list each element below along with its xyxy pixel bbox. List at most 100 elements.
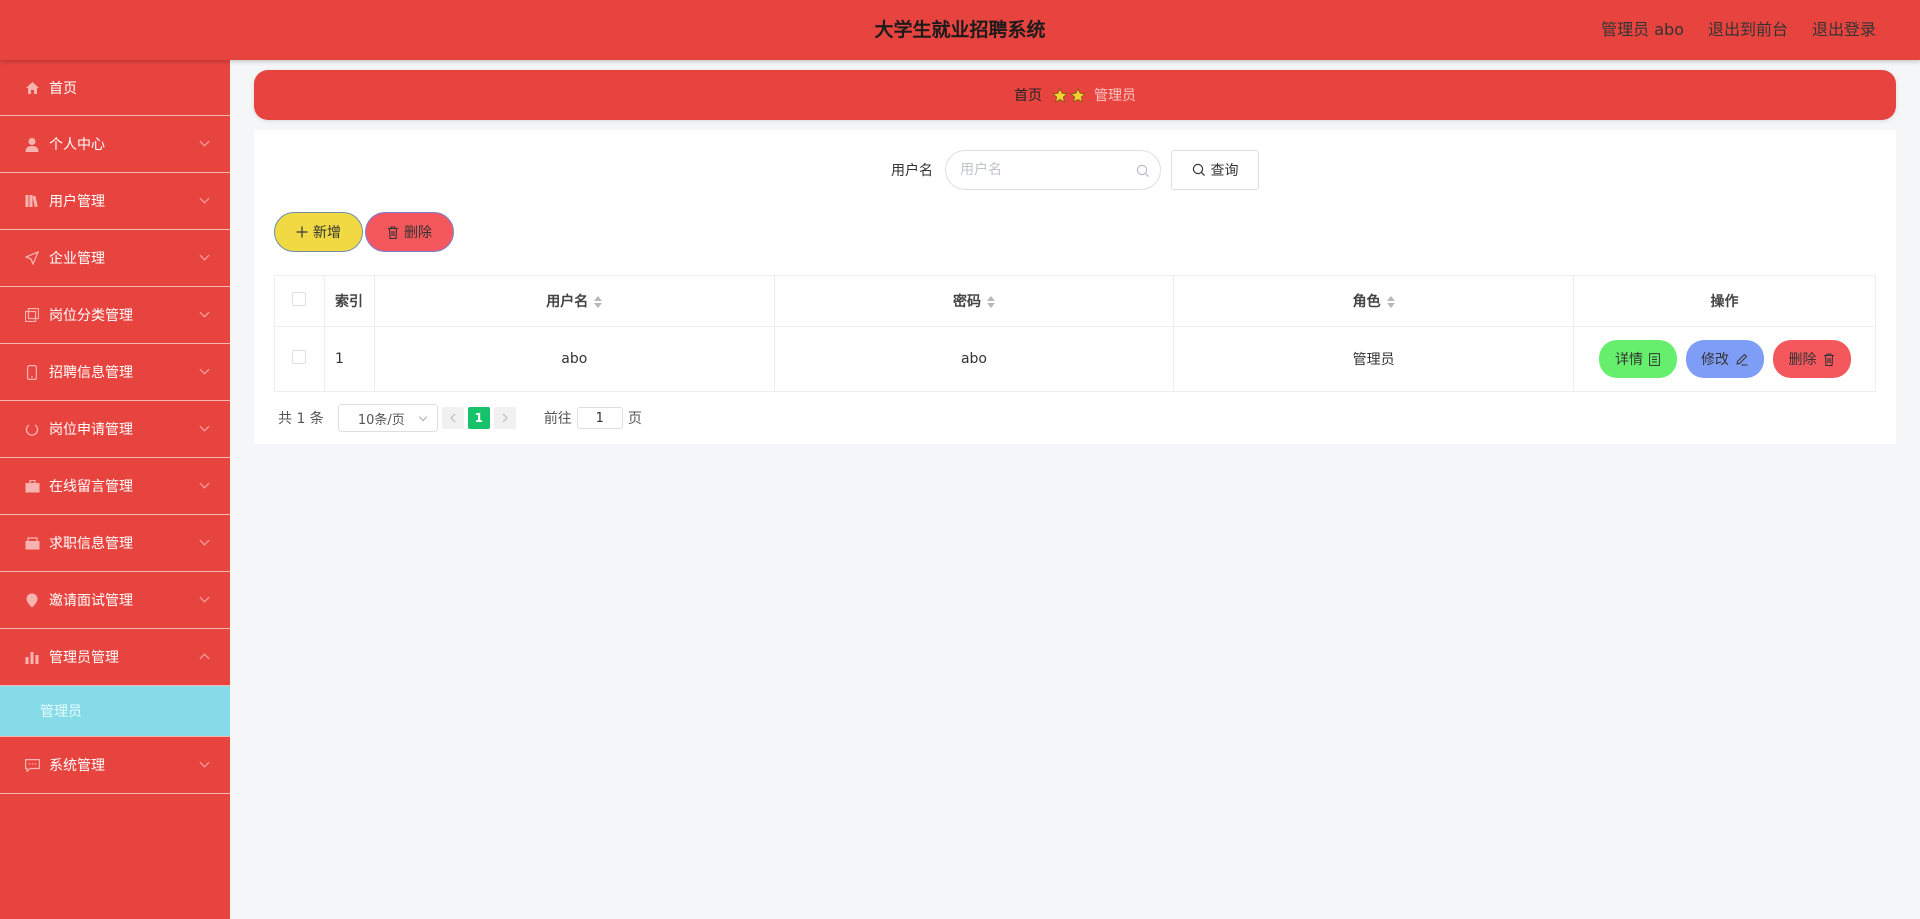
row-delete-button-label: 删除 — [1788, 352, 1817, 368]
pagination-total: 共 1 条 — [278, 411, 324, 427]
prev-page-button[interactable] — [441, 407, 464, 429]
power-icon — [24, 421, 40, 437]
search-icon — [1136, 163, 1150, 182]
to-front-link[interactable]: 退出到前台 — [1708, 0, 1788, 60]
sidebar-item-user-management[interactable]: 用户管理 — [0, 173, 230, 230]
add-button[interactable]: 新增 — [274, 212, 363, 252]
sidebar-item-label: 个人中心 — [49, 137, 105, 153]
sidebar-subitem-admin[interactable]: 管理员 — [0, 686, 230, 737]
sidebar-item-label: 管理员管理 — [49, 650, 119, 666]
sidebar-item-label: 首页 — [49, 80, 77, 97]
table-row: 1 abo abo 管理员 详情 修改 删除 — [274, 326, 1876, 392]
sidebar-item-interview-invitation-management[interactable]: 邀请面试管理 — [0, 572, 230, 629]
header-actions: 管理员 abo 退出到前台 退出登录 — [1601, 0, 1876, 60]
suitcase-icon — [24, 535, 40, 551]
cell-username: abo — [373, 326, 775, 392]
books-icon — [24, 193, 40, 209]
breadcrumb-current: 管理员 — [1094, 88, 1136, 104]
query-button[interactable]: 查询 — [1171, 150, 1259, 190]
top-header: 大学生就业招聘系统 管理员 abo 退出到前台 退出登录 — [0, 0, 1920, 60]
column-header-role[interactable]: 角色 — [1173, 275, 1574, 327]
sidebar-item-home[interactable]: 首页 — [0, 60, 230, 116]
sort-icon — [986, 296, 995, 308]
column-header-username-label: 用户名 — [546, 294, 589, 310]
table-header-row: 索引 用户名 密码 角色 操作 — [274, 275, 1876, 327]
main-panel: 用户名 查询 新增 删除 索引 用户名 密码 角色 操作 — [254, 130, 1896, 444]
next-page-button[interactable] — [493, 407, 516, 429]
chevron-down-icon — [199, 421, 210, 432]
chevron-down-icon — [199, 193, 210, 204]
sidebar-item-label: 系统管理 — [49, 758, 105, 774]
chevron-down-icon — [199, 757, 210, 768]
briefcase-icon — [24, 478, 40, 494]
column-header-actions: 操作 — [1573, 275, 1876, 327]
query-button-label: 查询 — [1210, 163, 1239, 179]
column-header-password-label: 密码 — [952, 294, 981, 310]
pagination: 共 1 条 10条/页 1 前往 页 — [278, 404, 642, 432]
chevron-up-icon — [199, 653, 210, 664]
sort-icon — [594, 296, 603, 308]
edit-button[interactable]: 修改 — [1685, 340, 1764, 378]
batch-delete-button-label: 删除 — [404, 225, 432, 241]
star-icon — [1070, 87, 1086, 103]
current-user-label: 管理员 abo — [1601, 20, 1684, 39]
sidebar-item-online-message-management[interactable]: 在线留言管理 — [0, 458, 230, 515]
sort-icon — [1386, 296, 1395, 308]
sidebar-item-admin-management[interactable]: 管理员管理 — [0, 629, 230, 686]
row-checkbox[interactable] — [292, 350, 307, 364]
page-size-select[interactable]: 10条/页 — [337, 404, 438, 432]
copy-icon — [24, 307, 40, 323]
sidebar-item-label: 用户管理 — [49, 194, 105, 210]
sidebar-item-system-management[interactable]: 系统管理 — [0, 737, 230, 794]
chevron-down-icon — [418, 412, 428, 422]
detail-button[interactable]: 详情 — [1598, 340, 1677, 378]
sidebar-item-label: 岗位申请管理 — [49, 422, 133, 438]
bar-chart-icon — [24, 649, 40, 665]
sidebar-item-job-application-management[interactable]: 岗位申请管理 — [0, 401, 230, 458]
goto-page-input[interactable] — [576, 407, 623, 429]
add-button-label: 新增 — [313, 225, 341, 241]
select-all-cell — [274, 275, 325, 327]
batch-delete-button[interactable]: 删除 — [365, 212, 454, 252]
breadcrumb: 首页 管理员 — [254, 70, 1896, 120]
message-icon — [24, 757, 40, 773]
chevron-down-icon — [199, 250, 210, 261]
logout-link[interactable]: 退出登录 — [1812, 0, 1876, 60]
sidebar-item-company-management[interactable]: 企业管理 — [0, 230, 230, 287]
phone-icon — [24, 364, 40, 380]
chevron-down-icon — [199, 136, 210, 147]
chevron-down-icon — [199, 478, 210, 489]
search-icon — [1192, 163, 1205, 177]
row-select-cell — [274, 326, 325, 392]
breadcrumb-home[interactable]: 首页 — [1014, 85, 1042, 105]
sidebar: 首页 个人中心 用户管理 企业管理 岗位分类管理 招聘信息管理 岗位申请管理 在… — [0, 60, 230, 919]
breadcrumb-separator — [1052, 87, 1086, 103]
cell-password: abo — [773, 326, 1175, 392]
column-header-username[interactable]: 用户名 — [373, 275, 775, 327]
edit-button-label: 修改 — [1701, 352, 1729, 368]
sidebar-item-label: 求职信息管理 — [49, 536, 133, 552]
row-actions: 详情 修改 删除 — [1574, 340, 1875, 378]
location-icon — [24, 592, 40, 608]
search-input[interactable] — [946, 151, 1160, 189]
star-icon — [1052, 87, 1068, 103]
select-all-checkbox[interactable] — [292, 292, 307, 306]
search-box — [945, 150, 1161, 190]
chevron-left-icon — [449, 413, 456, 423]
edit-icon — [1736, 353, 1748, 365]
cell-role: 管理员 — [1173, 326, 1574, 392]
sidebar-item-job-category-management[interactable]: 岗位分类管理 — [0, 287, 230, 344]
sidebar-item-recruitment-info-management[interactable]: 招聘信息管理 — [0, 344, 230, 401]
trash-icon — [1823, 352, 1834, 366]
sidebar-item-label: 邀请面试管理 — [49, 593, 133, 609]
search-bar: 用户名 查询 — [254, 150, 1896, 190]
detail-button-label: 详情 — [1615, 352, 1643, 368]
column-header-password[interactable]: 密码 — [773, 275, 1175, 327]
send-icon — [24, 250, 40, 266]
sidebar-item-job-seeking-management[interactable]: 求职信息管理 — [0, 515, 230, 572]
page-number-active[interactable]: 1 — [467, 407, 490, 429]
plus-icon — [296, 226, 308, 238]
row-delete-button[interactable]: 删除 — [1772, 340, 1851, 378]
goto-suffix: 页 — [627, 411, 642, 427]
sidebar-item-personal-center[interactable]: 个人中心 — [0, 116, 230, 173]
